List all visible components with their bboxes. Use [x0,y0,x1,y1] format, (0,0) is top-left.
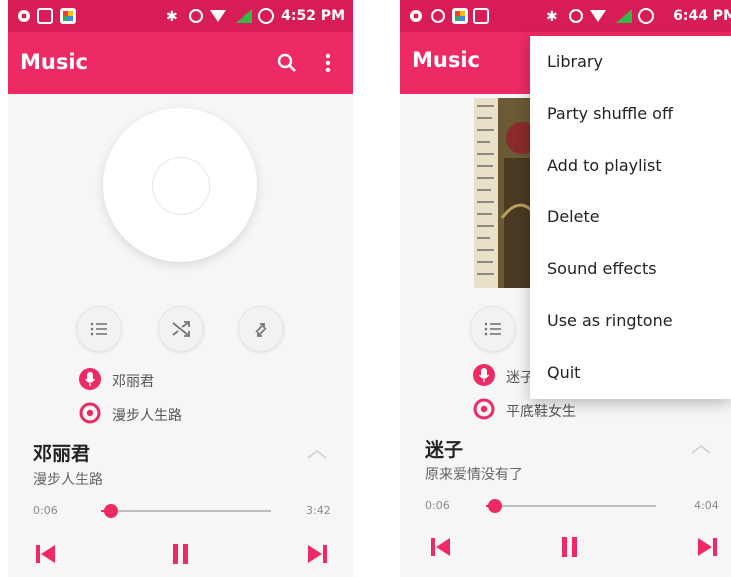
seek-bar[interactable] [101,510,271,512]
album-name: 平底鞋女生 [506,404,576,420]
search-icon[interactable] [276,52,298,78]
now-playing-title: 迷子 [425,439,464,461]
album-name: 漫步人生路 [112,408,182,424]
menu-item-label: Quit [547,363,581,382]
album-art-placeholder [103,108,257,262]
status-bar: ✱ 6:44 PM [400,0,731,32]
previous-icon[interactable] [428,534,454,560]
playlist-button[interactable] [470,306,516,352]
status-time: 6:44 PM [673,8,731,24]
seek-thumb[interactable] [488,499,502,513]
elapsed-time: 0:06 [425,499,450,512]
app-title: Music [20,50,88,74]
next-icon[interactable] [304,541,330,567]
total-time: 3:42 [306,504,331,517]
menu-item-party-shuffle[interactable]: Party shuffle off [530,90,731,142]
album-icon [473,398,495,420]
repeat-icon [255,323,267,337]
seek-thumb[interactable] [104,504,118,518]
music-app-screen-left: ✱ 4:52 PM Music 邓丽君 漫步人生路 邓丽君 漫步人生路 0:06… [8,0,353,577]
menu-item-delete[interactable]: Delete [530,193,731,245]
system-status-icons: ✱ [546,6,656,30]
app-title: Music [412,48,480,72]
list-icon [484,322,501,336]
menu-item-label: Party shuffle off [547,104,673,123]
playlist-button[interactable] [76,306,122,352]
microphone-icon [79,368,101,390]
expand-up-icon[interactable] [690,443,712,455]
status-bar: ✱ 4:52 PM [8,0,353,32]
svg-text:✱: ✱ [166,9,178,25]
menu-item-label: Sound effects [547,259,657,278]
player-content: 邓丽君 漫步人生路 邓丽君 漫步人生路 0:06 3:42 [8,94,353,577]
system-status-icons: ✱ [166,6,276,30]
menu-item-label: Add to playlist [547,156,662,175]
overflow-menu: Library Party shuffle off Add to playlis… [530,36,731,399]
shuffle-icon [172,321,190,337]
microphone-icon [473,364,495,386]
list-icon [90,322,107,336]
menu-item-label: Library [547,52,603,71]
notification-icons [16,6,96,30]
menu-item-label: Delete [547,207,600,226]
status-time: 4:52 PM [281,8,345,24]
next-icon[interactable] [694,534,720,560]
notification-icons [408,6,508,30]
now-playing-title: 邓丽君 [33,443,91,465]
svg-text:✱: ✱ [546,9,558,25]
menu-item-label: Use as ringtone [547,311,673,330]
pause-icon[interactable] [168,541,194,567]
music-app-screen-right: ✱ 6:44 PM Music 迷子 平底鞋女生 迷子 原来爱情没有了 0:06… [400,0,731,577]
pause-icon[interactable] [557,534,583,560]
artist-name: 邓丽君 [112,374,154,390]
more-options-icon[interactable] [324,52,332,78]
seek-bar[interactable] [486,505,656,507]
repeat-button[interactable] [238,306,284,352]
total-time: 4:04 [694,499,719,512]
now-playing-subtitle: 漫步人生路 [33,472,103,488]
album-icon [79,402,101,424]
menu-item-library[interactable]: Library [530,38,731,90]
now-playing-subtitle: 原来爱情没有了 [425,467,523,483]
elapsed-time: 0:06 [33,504,58,517]
expand-up-icon[interactable] [306,448,328,460]
app-bar: Music [8,32,353,94]
previous-icon[interactable] [33,541,59,567]
menu-item-add-to-playlist[interactable]: Add to playlist [530,142,731,194]
menu-item-sound-effects[interactable]: Sound effects [530,245,731,297]
shuffle-button[interactable] [158,306,204,352]
menu-item-use-as-ringtone[interactable]: Use as ringtone [530,297,731,349]
menu-item-quit[interactable]: Quit [530,349,731,401]
